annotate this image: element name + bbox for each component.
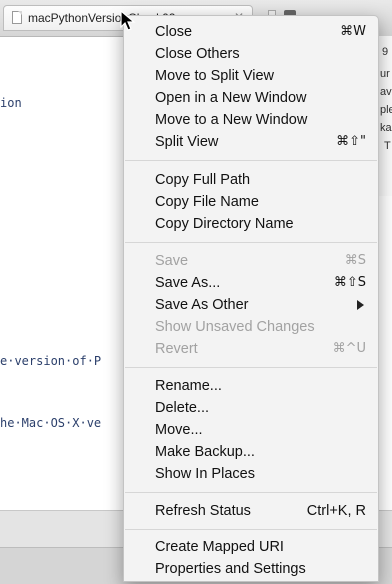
menu-item-label: Open in a New Window: [155, 90, 307, 106]
menu-separator: [125, 529, 377, 530]
menu-item-shortcut: ⌘^U: [332, 341, 366, 356]
menu-item-close-others[interactable]: Close Others: [124, 43, 378, 65]
submenu-arrow-icon: [357, 300, 364, 310]
menu-separator: [125, 160, 377, 161]
menu-item-save-as[interactable]: Save As... ⌘⇧S: [124, 272, 378, 294]
menu-item-label: Create Mapped URI: [155, 539, 284, 555]
menu-item-shortcut: ⌘⇧S: [333, 275, 366, 290]
menu-item-label: Delete...: [155, 400, 209, 416]
mouse-cursor-icon: [120, 10, 136, 31]
menu-item-copy-directory-name[interactable]: Copy Directory Name: [124, 213, 378, 235]
editor-text-line: ion: [0, 96, 22, 110]
menu-item-delete[interactable]: Delete...: [124, 397, 378, 419]
menu-item-show-in-places[interactable]: Show In Places: [124, 463, 378, 485]
menu-item-label: Make Backup...: [155, 444, 255, 460]
menu-item-open-in-new-window[interactable]: Open in a New Window: [124, 87, 378, 109]
menu-item-revert[interactable]: Revert ⌘^U: [124, 338, 378, 360]
menu-item-shortcut: ⌘S: [344, 253, 366, 268]
menu-item-create-mapped-uri[interactable]: Create Mapped URI: [124, 536, 378, 558]
menu-item-refresh-status[interactable]: Refresh Status Ctrl+K, R: [124, 500, 378, 522]
menu-separator: [125, 367, 377, 368]
menu-item-label: Move...: [155, 422, 203, 438]
menu-item-move[interactable]: Move...: [124, 419, 378, 441]
menu-item-label: Copy Directory Name: [155, 216, 294, 232]
menu-item-save-as-other[interactable]: Save As Other: [124, 294, 378, 316]
menu-item-label: Save: [155, 253, 189, 269]
outline-text: av: [380, 86, 392, 98]
menu-item-move-to-new-window[interactable]: Move to a New Window: [124, 109, 378, 131]
menu-item-label: Copy Full Path: [155, 172, 251, 188]
menu-item-label: Show Unsaved Changes: [155, 319, 315, 335]
menu-item-copy-file-name[interactable]: Copy File Name: [124, 191, 378, 213]
outline-text: 9: [382, 46, 389, 58]
menu-item-label: Move to Split View: [155, 68, 275, 84]
menu-item-rename[interactable]: Rename...: [124, 375, 378, 397]
menu-item-make-backup[interactable]: Make Backup...: [124, 441, 378, 463]
menu-item-label: Revert: [155, 341, 198, 357]
menu-item-label: Refresh Status: [155, 503, 251, 519]
menu-separator: [125, 242, 377, 243]
outline-text: T: [384, 140, 391, 152]
menu-item-label: Properties and Settings: [155, 561, 306, 577]
menu-item-label: Save As...: [155, 275, 221, 291]
menu-item-label: Save As Other: [155, 297, 249, 313]
menu-item-shortcut: Ctrl+K, R: [306, 503, 366, 519]
menu-item-copy-full-path[interactable]: Copy Full Path: [124, 169, 378, 191]
menu-item-close[interactable]: Close ⌘W: [124, 21, 378, 43]
outline-text: ple: [380, 104, 392, 116]
menu-item-move-to-split-view[interactable]: Move to Split View: [124, 65, 378, 87]
menu-item-label: Move to a New Window: [155, 112, 308, 128]
menu-item-split-view[interactable]: Split View ⌘⇧": [124, 131, 378, 153]
menu-item-properties-and-settings[interactable]: Properties and Settings: [124, 558, 378, 580]
editor-text-line: he·Mac·OS·X·ve: [0, 416, 102, 430]
menu-item-show-unsaved-changes[interactable]: Show Unsaved Changes: [124, 316, 378, 338]
menu-item-label: Split View: [155, 134, 219, 150]
menu-item-label: Show In Places: [155, 466, 255, 482]
menu-item-label: Close Others: [155, 46, 240, 62]
menu-item-label: Rename...: [155, 378, 222, 394]
editor-text-line: e·version·of·P: [0, 354, 102, 368]
outline-text: ur: [380, 68, 390, 80]
menu-item-save[interactable]: Save ⌘S: [124, 250, 378, 272]
tab-context-menu: Close ⌘W Close Others Move to Split View…: [123, 15, 379, 582]
document-icon: [12, 11, 22, 24]
outline-text: ka: [380, 122, 392, 134]
menu-item-shortcut: ⌘W: [340, 24, 366, 39]
menu-item-label: Close: [155, 24, 193, 40]
menu-item-label: Copy File Name: [155, 194, 259, 210]
menu-separator: [125, 492, 377, 493]
menu-item-shortcut: ⌘⇧": [336, 134, 366, 149]
